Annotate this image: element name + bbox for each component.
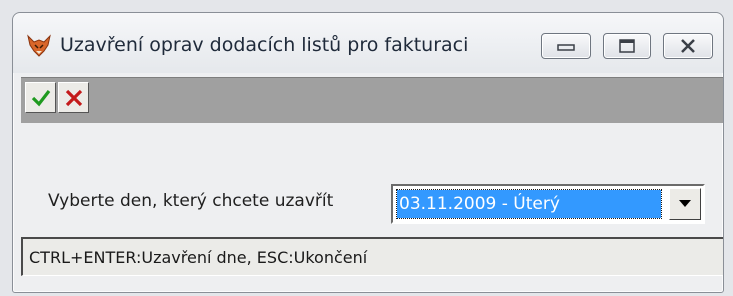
x-icon [65,89,83,107]
close-button[interactable] [663,33,713,59]
dropdown-button[interactable] [669,188,701,220]
day-select-label: Vyberte den, který chcete uzavřít [48,191,334,211]
cancel-button[interactable] [58,82,89,113]
maximize-icon [619,39,635,53]
confirm-button[interactable] [25,82,56,113]
fox-icon [27,34,51,57]
checkmark-icon [31,90,51,107]
day-select[interactable]: 03.11.2009 - Úterý [391,184,705,224]
toolbar [21,77,723,123]
maximize-button[interactable] [603,33,651,59]
window-title: Uzavření oprav dodacích listů pro faktur… [60,34,469,56]
title-bar[interactable]: Uzavření oprav dodacích listů pro faktur… [13,13,723,73]
status-text: CTRL+ENTER:Uzavření dne, ESC:Ukončení [29,248,368,267]
dialog-window: Uzavření oprav dodacích listů pro faktur… [12,12,724,293]
chevron-down-icon [679,200,691,207]
minimize-icon [557,44,575,51]
status-bar: CTRL+ENTER:Uzavření dne, ESC:Ukončení [21,237,723,276]
close-icon [681,39,695,53]
minimize-button[interactable] [541,33,591,59]
day-select-value[interactable]: 03.11.2009 - Úterý [396,189,662,219]
